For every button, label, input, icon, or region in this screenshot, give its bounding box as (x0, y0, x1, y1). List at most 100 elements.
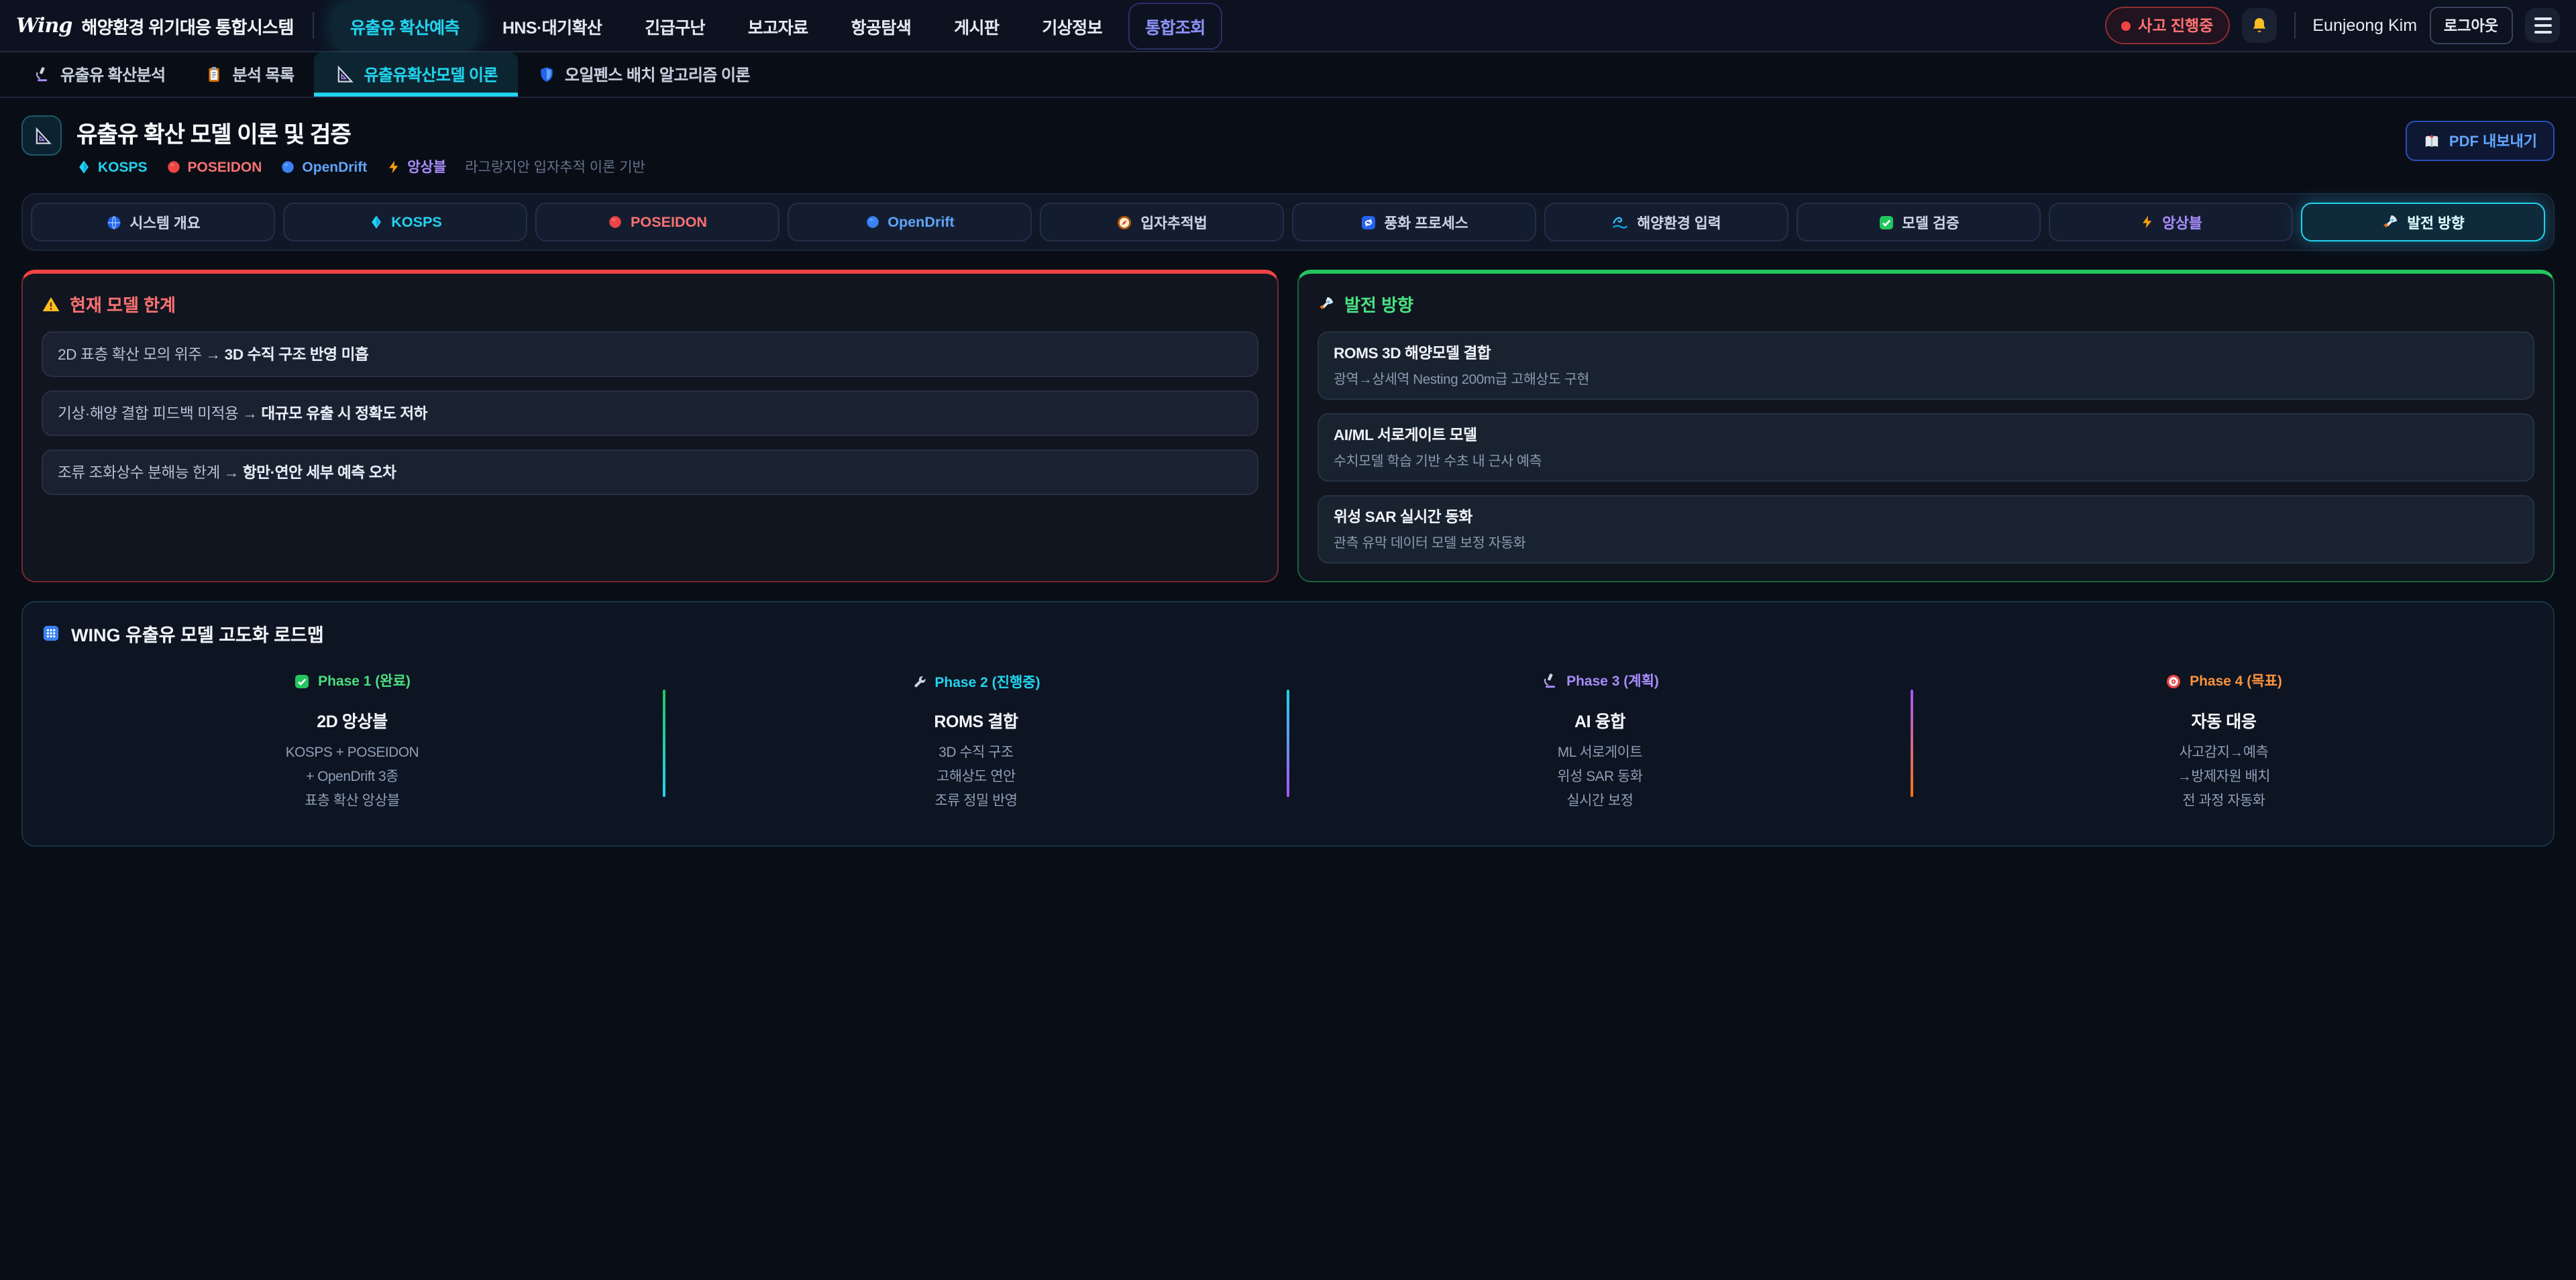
divider (313, 12, 314, 39)
chip-ocean-env-input[interactable]: 해양환경 입력 (1544, 203, 1788, 242)
roadmap-panel: WING 유출유 모델 고도화 로드맵 Phase 1 (완료)2D 앙상블KO… (21, 601, 2555, 846)
circle-red-icon (608, 215, 623, 229)
red-dot-icon (2121, 21, 2130, 30)
calendar-icon (42, 624, 60, 643)
nav-item-oil-spill-prediction[interactable]: 유출유 확산예측 (333, 2, 477, 49)
future-item-1: ROMS 3D 해양모델 결합광역→상세역 Nesting 200m급 고해상도… (1318, 331, 2534, 400)
tab-label: 유출유확산모델 이론 (364, 63, 497, 86)
nav-item-aerial-search[interactable]: 항공탐색 (834, 2, 929, 49)
hamburger-icon (2534, 17, 2551, 34)
app-root: Wing 해양환경 위기대응 통합시스템 유출유 확산예측HNS·대기확산긴급구… (0, 0, 2576, 1280)
model-badge-kosps: KOSPS (76, 159, 148, 175)
chip-model-validation[interactable]: 모델 검증 (1796, 203, 2041, 242)
chip-future-direction[interactable]: 발전 방향 (2301, 203, 2545, 242)
limitation-item-2: 기상·해양 결합 피드백 미적용 → 대규모 유출 시 정확도 저하 (42, 390, 1258, 436)
tab-label: 유출유 확산분석 (60, 63, 165, 86)
menu-button[interactable] (2525, 8, 2560, 43)
model-badge-poseidon: POSEIDON (166, 159, 262, 175)
page-title-icon-box (21, 115, 62, 156)
warning-icon (42, 295, 60, 313)
roadmap-heading: WING 유출유 모델 고도화 로드맵 (42, 620, 2534, 647)
incident-status-label: 사고 진행중 (2138, 15, 2213, 36)
roadmap-phase-1-label: Phase 1 (완료) (294, 672, 411, 692)
tab-oilfence-algorithm-theory[interactable]: 오일펜스 배치 알고리즘 이론 (518, 52, 770, 97)
chip-ensemble[interactable]: 앙상블 (2049, 203, 2293, 242)
tab-spill-analysis[interactable]: 유출유 확산분석 (13, 52, 185, 97)
tab-label: 오일펜스 배치 알고리즘 이론 (565, 63, 750, 86)
roadmap-phase-2-label: Phase 2 (진행중) (912, 672, 1040, 692)
rocket-icon (2381, 213, 2399, 231)
weathering-icon (1360, 214, 1376, 230)
chip-opendrift[interactable]: OpenDrift (788, 203, 1032, 242)
user-name: Eunjeong Kim (2312, 16, 2417, 35)
page-title: 유출유 확산 모델 이론 및 검증 (76, 115, 2406, 149)
limitations-heading: 현재 모델 한계 (42, 291, 1258, 317)
limitation-item-1: 2D 표층 확산 모의 위주 → 3D 수직 구조 반영 미흡 (42, 331, 1258, 377)
roadmap-phase-4: Phase 4 (목표)자동 대응사고감지→예측→방제자원 배치전 과정 자동화 (1913, 666, 2534, 820)
bolt-icon (386, 160, 400, 174)
wave-icon (1611, 213, 1629, 231)
nav-item-weather-info[interactable]: 기상정보 (1024, 2, 1120, 49)
triangle-ruler-icon (32, 125, 52, 146)
bell-icon (2249, 16, 2268, 35)
diamond-icon (76, 160, 91, 174)
check-icon (1878, 214, 1894, 230)
circle-blue-icon (280, 160, 295, 174)
nav-item-integrated-search[interactable]: 통합조회 (1128, 2, 1223, 49)
roadmap-phase-1: Phase 1 (완료)2D 앙상블KOSPS + POSEIDON+ Open… (42, 666, 663, 820)
roadmap-phase-3-label: Phase 3 (계획) (1541, 671, 1659, 691)
model-badge-앙상블: 앙상블 (386, 157, 446, 177)
diamond-icon (368, 215, 383, 229)
nav-item-emergency-rescue[interactable]: 긴급구난 (627, 2, 722, 49)
nav-item-reports[interactable]: 보고자료 (731, 2, 826, 49)
future-item-2: AI/ML 서로게이트 모델수치모델 학습 기반 수초 내 근사 예측 (1318, 413, 2534, 482)
limitations-panel: 현재 모델 한계 2D 표층 확산 모의 위주 → 3D 수직 구조 반영 미흡… (21, 270, 1279, 582)
wrench-icon (912, 674, 926, 689)
globe-icon (105, 214, 121, 230)
check-icon (294, 674, 310, 690)
logout-button[interactable]: 로그아웃 (2429, 7, 2513, 44)
chip-weathering-process[interactable]: 풍화 프로세스 (1292, 203, 1536, 242)
incident-status-badge[interactable]: 사고 진행중 (2104, 7, 2229, 44)
future-panel: 발전 방향 ROMS 3D 해양모델 결합광역→상세역 Nesting 200m… (1297, 270, 2555, 582)
microscope-icon (34, 66, 51, 83)
chip-kosps[interactable]: KOSPS (283, 203, 527, 242)
limitation-item-3: 조류 조화상수 분해능 한계 → 항만·연안 세부 예측 오차 (42, 449, 1258, 495)
page-title-texts: 유출유 확산 모델 이론 및 검증 KOSPS POSEIDON OpenDrift… (76, 115, 2406, 177)
tab-spill-model-theory[interactable]: 유출유확산모델 이론 (314, 52, 517, 97)
future-heading: 발전 방향 (1318, 291, 2534, 317)
nav-item-hns-dispersion[interactable]: HNS·대기확산 (485, 2, 619, 49)
chip-system-overview[interactable]: 시스템 개요 (31, 203, 275, 242)
model-badge-opendrift: OpenDrift (280, 159, 367, 175)
content-panels: 현재 모델 한계 2D 표층 확산 모의 위주 → 3D 수직 구조 반영 미흡… (21, 270, 2555, 582)
circle-red-icon (166, 160, 181, 174)
sub-tab-bar: 유출유 확산분석 분석 목록 유출유확산모델 이론 오일펜스 배치 알고리즘 이론 (0, 52, 2576, 98)
chip-particle-tracking[interactable]: 입자추적법 (1040, 203, 1284, 242)
tab-analysis-list[interactable]: 분석 목록 (185, 52, 314, 97)
wing-logo: Wing (16, 13, 72, 38)
roadmap-phase-2: Phase 2 (진행중)ROMS 결합3D 수직 구조고해상도 연안조류 정밀… (665, 666, 1287, 820)
brand[interactable]: Wing 해양환경 위기대응 통합시스템 (16, 13, 294, 38)
future-item-3: 위성 SAR 실시간 동화관측 유막 데이터 모델 보정 자동화 (1318, 495, 2534, 564)
bolt-icon (2139, 215, 2154, 229)
model-badges: KOSPSPOSEIDONOpenDrift앙상블라그랑지안 입자추적 이론 기… (76, 157, 2406, 177)
top-navigation: Wing 해양환경 위기대응 통합시스템 유출유 확산예측HNS·대기확산긴급구… (0, 0, 2576, 52)
app-title: 해양환경 위기대응 통합시스템 (81, 13, 293, 38)
target-icon (2165, 674, 2182, 690)
circle-blue-icon (865, 215, 879, 229)
pdf-export-button[interactable]: PDF 내보내기 (2406, 121, 2555, 161)
tab-label: 분석 목록 (232, 63, 294, 86)
clipboard-icon (205, 66, 223, 83)
book-icon (2424, 132, 2441, 150)
nav-right: 사고 진행중 Eunjeong Kim 로그아웃 (2104, 7, 2560, 44)
shield-icon (538, 66, 555, 83)
chip-poseidon[interactable]: POSEIDON (535, 203, 780, 242)
roadmap-phase-3: Phase 3 (계획)AI 융합ML 서로게이트위성 SAR 동화실시간 보정 (1289, 665, 1911, 820)
page-header: 유출유 확산 모델 이론 및 검증 KOSPS POSEIDON OpenDrift… (0, 98, 2576, 188)
roadmap-phase-4-label: Phase 4 (목표) (2165, 672, 2282, 692)
nav-item-board[interactable]: 게시판 (936, 2, 1016, 49)
divider (2294, 12, 2295, 39)
section-chip-nav: 시스템 개요KOSPSPOSEIDONOpenDrift입자추적법풍화 프로세스… (21, 193, 2555, 251)
compass-icon (1116, 214, 1132, 230)
notifications-button[interactable] (2241, 8, 2276, 43)
